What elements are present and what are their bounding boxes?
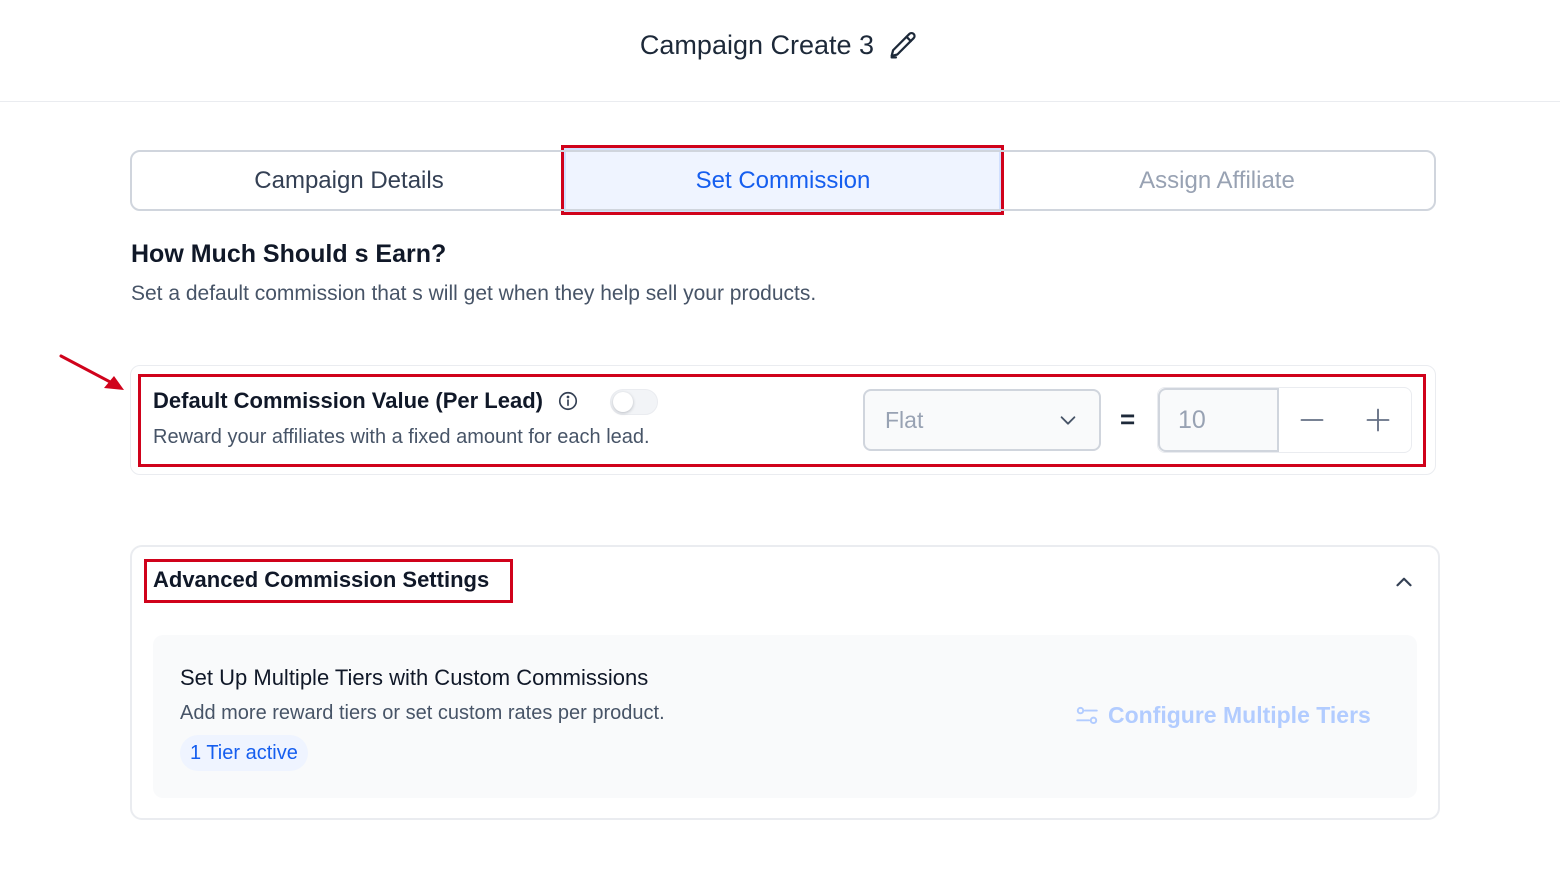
default-commission-title: Default Commission Value (Per Lead) <box>153 388 543 413</box>
campaign-title-row: Campaign Create 3 <box>640 29 920 63</box>
commission-amount-stepper: 10 <box>1157 387 1412 453</box>
commission-toggle[interactable] <box>610 389 658 415</box>
tab-set-commission[interactable]: Set Commission <box>566 152 1000 209</box>
equals-sign: = <box>1120 404 1136 434</box>
chevron-down-icon <box>1057 409 1079 431</box>
plus-icon <box>1366 408 1390 432</box>
tab-assign-affiliate[interactable]: Assign Affiliate <box>1000 152 1434 209</box>
chevron-up-icon[interactable] <box>1391 569 1417 595</box>
sliders-icon <box>1076 706 1098 724</box>
advanced-commission-title: Advanced Commission Settings <box>153 567 490 592</box>
pencil-icon[interactable] <box>886 29 920 63</box>
default-commission-description: Reward your affiliates with a fixed amou… <box>153 426 650 448</box>
campaign-title: Campaign Create 3 <box>639 30 875 60</box>
decrement-button[interactable] <box>1279 388 1345 452</box>
tiers-title: Set Up Multiple Tiers with Custom Commis… <box>180 665 649 690</box>
annotation-arrow-icon <box>59 354 124 390</box>
tiers-description: Add more reward tiers or set custom rate… <box>180 702 665 724</box>
configure-tiers-button[interactable]: Configure Multiple Tiers <box>1074 702 1371 729</box>
section-description: Set a default commission that s will get… <box>131 282 817 305</box>
tier-status-badge: 1 Tier active <box>180 735 308 771</box>
commission-type-value: Flat <box>885 406 924 433</box>
step-tabs: Campaign Details Set Commission Assign A… <box>130 150 1436 211</box>
minus-icon <box>1300 419 1324 421</box>
info-icon[interactable] <box>557 390 579 412</box>
page-header: Campaign Create 3 <box>0 0 1560 102</box>
commission-amount-input[interactable]: 10 <box>1158 388 1279 452</box>
commission-type-select[interactable]: Flat <box>863 389 1101 451</box>
increment-button[interactable] <box>1345 388 1411 452</box>
toggle-knob <box>613 392 633 412</box>
tab-campaign-details[interactable]: Campaign Details <box>132 152 566 209</box>
default-commission-title-row: Default Commission Value (Per Lead) <box>153 388 579 414</box>
configure-tiers-label: Configure Multiple Tiers <box>1108 702 1371 728</box>
section-title: How Much Should s Earn? <box>131 240 447 268</box>
